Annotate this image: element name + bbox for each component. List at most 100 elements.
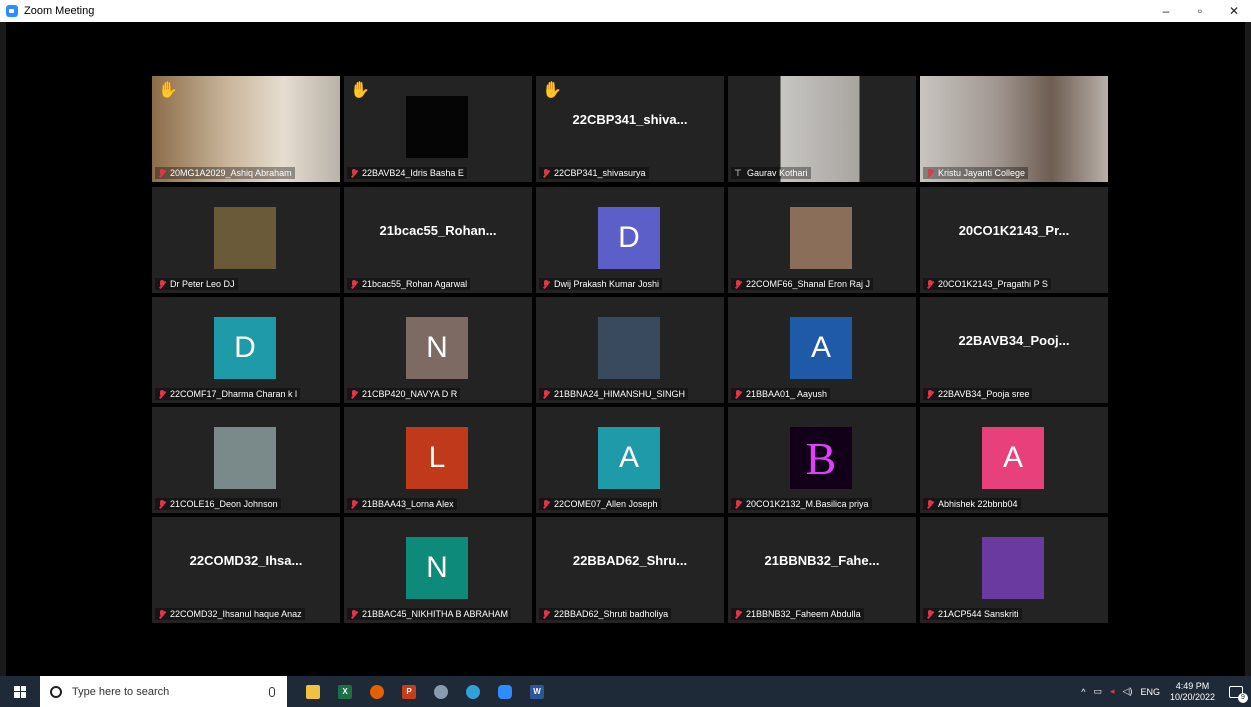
mic-off-icon: [158, 389, 166, 399]
participant-name: 22BAVB24_Idris Basha E: [362, 168, 464, 178]
word-button[interactable]: W: [521, 676, 553, 707]
maximize-button[interactable]: ▫: [1183, 0, 1217, 22]
participant-tile[interactable]: 22COMF66_Shanal Eron Raj J: [728, 187, 916, 293]
window-controls: – ▫ ✕: [1149, 0, 1251, 22]
participant-tile[interactable]: ✋ 22BAVB24_Idris Basha E: [344, 76, 532, 182]
participant-photo: [982, 537, 1044, 599]
participant-avatar: D: [598, 207, 660, 269]
participant-tile[interactable]: A 22COME07_Allen Joseph: [536, 407, 724, 513]
participant-label: 21CBP420_NAVYA D R: [347, 388, 461, 400]
mic-off-icon: [158, 168, 166, 178]
participant-tile[interactable]: 22COMD32_Ihsa... 22COMD32_Ihsanul haque A…: [152, 517, 340, 623]
mic-off-icon: [350, 609, 358, 619]
participant-label: 21BBAC45_NIKHITHA B ABRAHAM: [347, 608, 512, 620]
participant-name-display: 21bcac55_Rohan...: [379, 223, 497, 238]
participant-tile[interactable]: 21ACP544 Sanskriti: [920, 517, 1108, 623]
firefox-button[interactable]: [361, 676, 393, 707]
power-icon[interactable]: ◂: [1110, 686, 1115, 697]
search-placeholder: Type here to search: [72, 685, 170, 698]
participant-tile[interactable]: D Dwij Prakash Kumar Joshi: [536, 187, 724, 293]
edge-icon: [466, 684, 480, 699]
participant-name-display: 22CBP341_shiva...: [572, 112, 688, 127]
close-button[interactable]: ✕: [1217, 0, 1251, 22]
edge-button[interactable]: [457, 676, 489, 707]
clock-time: 4:49 PM: [1175, 680, 1210, 691]
participant-name: Abhishek 22bbnb04: [938, 499, 1018, 509]
mic-off-icon: [926, 609, 934, 619]
notifications-button[interactable]: 9: [1229, 685, 1248, 703]
participant-tile[interactable]: A Abhishek 22bbnb04: [920, 407, 1108, 513]
participant-tile[interactable]: B 20CO1K2132_M.Basilica priya: [728, 407, 916, 513]
participant-name: 22COMF66_Shanal Eron Raj J: [746, 279, 871, 289]
participant-label: 21bcac55_Rohan Agarwal: [347, 278, 471, 290]
start-button[interactable]: [0, 676, 40, 707]
participant-tile[interactable]: Kristu Jayanti College: [920, 76, 1108, 182]
participant-name-display: 21BBNB32_Fahe...: [764, 553, 880, 568]
chevron-up-icon[interactable]: ^: [1081, 687, 1085, 697]
participant-tile[interactable]: Dr Peter Leo DJ: [152, 187, 340, 293]
participant-label: Abhishek 22bbnb04: [923, 498, 1021, 510]
mic-off-icon: [542, 609, 550, 619]
settings-button[interactable]: [425, 676, 457, 707]
participant-tile[interactable]: 21COLE16_Deon Johnson: [152, 407, 340, 513]
participant-tile[interactable]: 20CO1K2143_Pr... 20CO1K2143_Pragathi P S: [920, 187, 1108, 293]
minimize-button[interactable]: –: [1149, 0, 1183, 22]
participant-tile[interactable]: ⊤ Gaurav Kothari: [728, 76, 916, 182]
microphone-icon[interactable]: [269, 686, 275, 697]
participant-tile[interactable]: L 21BBAA43_Lorna Alex: [344, 407, 532, 513]
file-explorer-icon: [306, 684, 320, 699]
participant-name: 22COMD32_Ihsanul haque Anaz: [170, 609, 302, 619]
participant-tile[interactable]: 22CBP341_shiva... ✋ 22CBP341_shivasurya: [536, 76, 724, 182]
participant-label: 22BBAD62_Shruti badholiya: [539, 608, 672, 620]
participant-name: 22CBP341_shivasurya: [554, 168, 646, 178]
excel-icon: X: [338, 684, 352, 699]
participant-tile[interactable]: ✋ 20MG1A2029_Ashiq Abraham: [152, 76, 340, 182]
firefox-icon: [370, 684, 384, 699]
file-explorer-button[interactable]: [297, 676, 329, 707]
participant-tile[interactable]: N 21CBP420_NAVYA D R: [344, 297, 532, 403]
participant-avatar: A: [982, 427, 1044, 489]
mic-off-icon: [926, 499, 934, 509]
clock[interactable]: 4:49 PM 10/20/2022: [1170, 681, 1215, 703]
participant-tile[interactable]: N 21BBAC45_NIKHITHA B ABRAHAM: [344, 517, 532, 623]
powerpoint-button[interactable]: P: [393, 676, 425, 707]
title-bar: Zoom Meeting – ▫ ✕: [0, 0, 1251, 22]
participant-tile[interactable]: A 21BBAA01_ Aayush: [728, 297, 916, 403]
clock-date: 10/20/2022: [1169, 691, 1215, 702]
network-icon[interactable]: ▭: [1093, 686, 1102, 697]
participant-label: 22COMF17_Dharma Charan k l: [155, 388, 301, 400]
raised-hand-icon: ✋: [158, 82, 178, 99]
mic-off-icon: [158, 499, 166, 509]
participant-avatar: A: [598, 427, 660, 489]
participant-tile[interactable]: 21bcac55_Rohan... 21bcac55_Rohan Agarwal: [344, 187, 532, 293]
language-indicator[interactable]: ENG: [1140, 687, 1160, 697]
mic-off-icon: [158, 609, 166, 619]
participant-name: 20MG1A2029_Ashiq Abraham: [170, 168, 292, 178]
participant-label: 22COMF66_Shanal Eron Raj J: [731, 278, 874, 290]
participant-tile[interactable]: 22BBAD62_Shru... 22BBAD62_Shruti badholiy…: [536, 517, 724, 623]
participant-avatar: N: [406, 317, 468, 379]
participant-name: 21BBNA24_HIMANSHU_SINGH: [554, 389, 686, 399]
participant-photo: [214, 427, 276, 489]
participant-tile[interactable]: 21BBNA24_HIMANSHU_SINGH: [536, 297, 724, 403]
settings-icon: [434, 684, 448, 699]
participant-label: Kristu Jayanti College: [923, 167, 1029, 179]
volume-icon[interactable]: ◁): [1123, 686, 1133, 697]
participant-avatar: D: [214, 317, 276, 379]
mic-off-icon: [158, 279, 166, 289]
taskbar-search[interactable]: Type here to search: [40, 676, 287, 707]
participant-label: 21ACP544 Sanskriti: [923, 608, 1022, 620]
participant-tile[interactable]: 22BAVB34_Pooj... 22BAVB34_Pooja sree: [920, 297, 1108, 403]
taskbar: Type here to search X P W ^ ▭ ◂ ◁) ENG 4…: [0, 676, 1251, 707]
zoom-button[interactable]: [489, 676, 521, 707]
participant-name-display: 20CO1K2143_Pr...: [958, 223, 1070, 238]
participant-label: 21BBAA01_ Aayush: [731, 388, 831, 400]
participant-name: 22COME07_Allen Joseph: [554, 499, 658, 509]
zoom-icon: [498, 684, 512, 699]
excel-button[interactable]: X: [329, 676, 361, 707]
participant-label: 22COMD32_Ihsanul haque Anaz: [155, 608, 305, 620]
participant-label: 20CO1K2132_M.Basilica priya: [731, 498, 872, 510]
participant-tile[interactable]: 21BBNB32_Fahe... 21BBNB32_Faheem Abdulla: [728, 517, 916, 623]
participant-tile[interactable]: D 22COMF17_Dharma Charan k l: [152, 297, 340, 403]
participant-avatar: N: [406, 537, 468, 599]
